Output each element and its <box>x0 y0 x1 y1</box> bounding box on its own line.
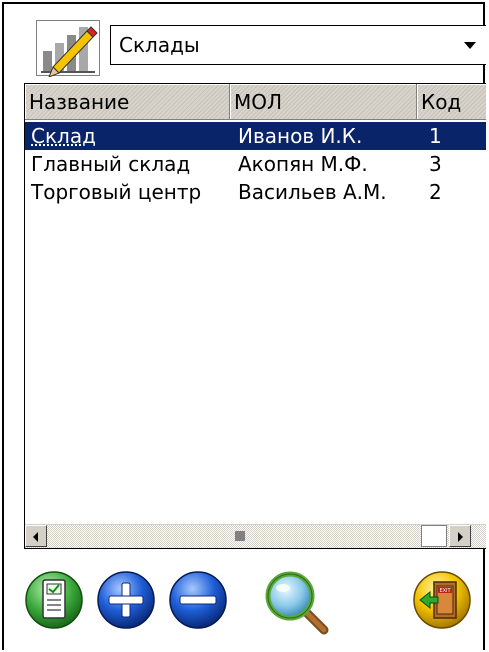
warehouses-table: Название МОЛ Код Склад Иванов И.К. 1 Гла… <box>24 83 486 549</box>
exit-button[interactable]: EXIT <box>412 570 472 630</box>
scroll-right-button[interactable] <box>449 525 471 547</box>
cell-code: 2 <box>429 180 442 204</box>
arrow-left-icon <box>33 532 38 542</box>
cell-code: 3 <box>429 152 442 176</box>
cell-name: Торговый центр <box>31 180 202 204</box>
search-button[interactable] <box>262 568 330 636</box>
exit-door-icon: EXIT <box>413 571 471 629</box>
edit-document-icon <box>25 571 83 629</box>
table-row[interactable]: Торговый центр Васильев А.М. 2 <box>25 178 486 206</box>
column-header-name[interactable]: Название <box>25 84 230 120</box>
arrow-right-icon <box>458 532 463 542</box>
minus-icon <box>169 571 227 629</box>
cell-name: Главный склад <box>31 152 191 176</box>
column-header-code[interactable]: Код <box>417 84 486 120</box>
cell-mol: Васильев А.М. <box>238 180 387 204</box>
table-row[interactable]: Склад Иванов И.К. 1 <box>25 122 486 150</box>
edit-button[interactable] <box>24 570 84 630</box>
plus-icon <box>97 571 155 629</box>
scrollbar-thumb[interactable] <box>421 525 447 547</box>
table-body: Склад Иванов И.К. 1 Главный склад Акопян… <box>25 122 486 206</box>
add-button[interactable] <box>96 570 156 630</box>
cell-code: 1 <box>429 124 442 148</box>
dropdown-selected-value: Склады <box>119 33 200 57</box>
scrollbar-grip[interactable] <box>235 531 245 541</box>
cell-mol: Акопян М.Ф. <box>238 152 368 176</box>
chevron-down-icon[interactable] <box>464 42 476 49</box>
column-header-mol[interactable]: МОЛ <box>230 84 417 120</box>
exit-sign-label: EXIT <box>439 588 451 594</box>
table-header: Название МОЛ Код <box>25 84 486 120</box>
table-row[interactable]: Главный склад Акопян М.Ф. 3 <box>25 150 486 178</box>
cell-name: Склад <box>31 124 96 148</box>
magnifier-icon <box>265 571 329 635</box>
chart-pencil-icon[interactable] <box>36 20 100 77</box>
cell-mol: Иванов И.К. <box>238 124 363 148</box>
scroll-left-button[interactable] <box>25 525 47 547</box>
category-dropdown[interactable]: Склады <box>110 25 486 65</box>
horizontal-scrollbar[interactable] <box>25 524 486 548</box>
remove-button[interactable] <box>168 570 228 630</box>
